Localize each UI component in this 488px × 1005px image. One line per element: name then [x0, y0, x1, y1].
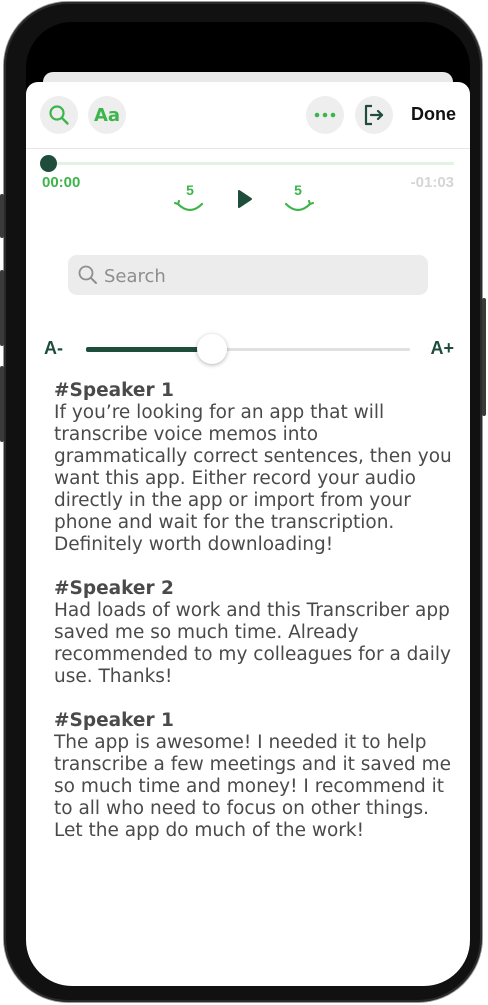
font-size-slider-thumb[interactable]: [197, 334, 228, 364]
playback-progress-knob[interactable]: [40, 155, 57, 172]
font-size-slider-fill: [86, 347, 213, 352]
export-button[interactable]: [355, 96, 393, 134]
done-button[interactable]: Done: [411, 104, 456, 125]
more-icon: [314, 112, 336, 118]
transcript-text: The app is awesome! I needed it to help …: [54, 732, 452, 841]
transcript-sheet: Aa Done 00:00 -01:03 5 5 Search A- A+ #S…: [26, 82, 470, 986]
transcript-text: If you’re looking for an app that will t…: [54, 402, 452, 555]
transcript-text: Had loads of work and this Transcriber a…: [54, 600, 451, 687]
silent-switch: [0, 194, 4, 238]
search-button[interactable]: [40, 96, 78, 134]
skip-back-button[interactable]: 5: [172, 182, 208, 220]
font-button[interactable]: Aa: [88, 96, 126, 134]
transcript-block: #Speaker 1 The app is awesome! I needed …: [54, 710, 454, 842]
more-button[interactable]: [306, 96, 344, 134]
toolbar: Aa Done: [26, 82, 470, 149]
skip-forward-button[interactable]: 5: [280, 182, 316, 220]
remaining-time: -01:03: [410, 174, 454, 191]
rewind-arrow-icon: [174, 200, 204, 212]
current-time: 00:00: [42, 174, 81, 191]
transcript-block: #Speaker 1 If you’re looking for an app …: [54, 380, 454, 556]
playback-progress-bar[interactable]: [48, 162, 454, 165]
speaker-label: #Speaker 1: [54, 710, 174, 731]
skip-forward-seconds: 5: [294, 182, 302, 198]
screen: Aa Done 00:00 -01:03 5 5 Search A- A+ #S…: [26, 22, 470, 986]
font-button-label: Aa: [93, 104, 121, 126]
search-input[interactable]: [102, 255, 416, 297]
search-icon: [49, 105, 69, 125]
export-icon: [364, 104, 384, 126]
font-size-control: A- A+: [26, 332, 470, 366]
increase-font-button[interactable]: A+: [430, 338, 454, 359]
phone-frame: Aa Done 00:00 -01:03 5 5 Search A- A+ #S…: [0, 2, 486, 1002]
power-button: [482, 298, 486, 416]
play-button[interactable]: [236, 189, 254, 213]
search-icon: [78, 265, 97, 284]
speaker-label: #Speaker 1: [54, 380, 174, 401]
play-icon: [238, 190, 252, 208]
search-bar[interactable]: [68, 255, 428, 297]
volume-down-button: [0, 366, 4, 442]
transcript: #Speaker 1 If you’re looking for an app …: [54, 380, 454, 864]
volume-up-button: [0, 270, 4, 346]
decrease-font-button[interactable]: A-: [44, 338, 63, 359]
skip-back-seconds: 5: [186, 182, 194, 198]
forward-arrow-icon: [284, 200, 314, 212]
speaker-label: #Speaker 2: [54, 578, 174, 599]
transcript-block: #Speaker 2 Had loads of work and this Tr…: [54, 578, 454, 688]
